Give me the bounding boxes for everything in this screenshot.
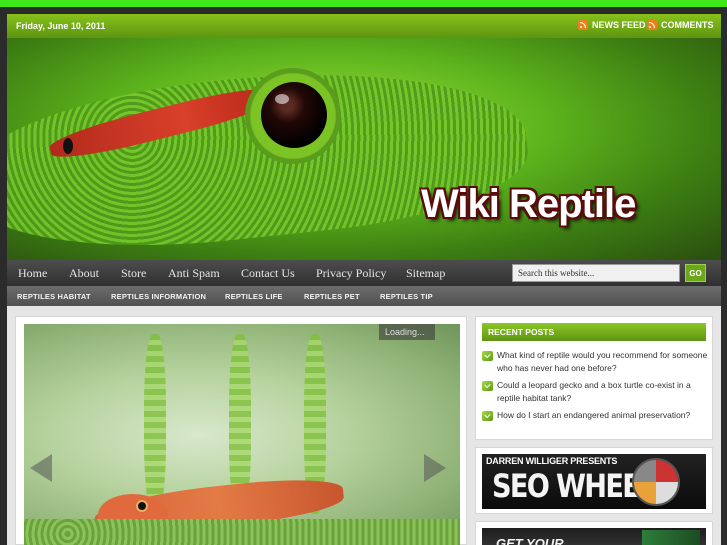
recent-post-link[interactable]: What kind of reptile would you recommend… <box>497 349 708 375</box>
recent-posts-widget: RECENT POSTS What kind of reptile would … <box>475 316 713 440</box>
seo-wheel-banner[interactable]: DARREN WILLIGER PRESENTS SEO WHEEL <box>482 454 706 509</box>
post-bullet-icon <box>482 351 493 361</box>
nav-anti-spam[interactable]: Anti Spam <box>168 266 220 281</box>
category-reptiles-pet[interactable]: REPTILES PET <box>304 292 360 301</box>
main-content: Loading... <box>15 316 467 545</box>
ad-presenter-text: DARREN WILLIGER PRESENTS <box>486 456 618 466</box>
slider-moss <box>24 519 460 545</box>
news-feed-link[interactable]: NEWS FEED <box>578 20 646 30</box>
slider-plant <box>144 334 166 514</box>
wheel-icon <box>632 458 680 506</box>
comments-feed-link[interactable]: COMMENTS <box>647 20 714 30</box>
page-wrapper: Friday, June 10, 2011 NEWS FEED COMMENTS… <box>7 14 721 545</box>
category-reptiles-information[interactable]: REPTILES INFORMATION <box>111 292 206 301</box>
recent-post-link[interactable]: How do I start an endangered animal pres… <box>497 409 690 422</box>
recent-post-link[interactable]: Could a leopard gecko and a box turtle c… <box>497 379 708 405</box>
slider-newt-eye <box>136 500 148 512</box>
post-bullet-icon <box>482 411 493 421</box>
nav-sitemap[interactable]: Sitemap <box>406 266 445 281</box>
recent-post-item[interactable]: What kind of reptile would you recommend… <box>482 349 708 375</box>
category-reptiles-life[interactable]: REPTILES LIFE <box>225 292 283 301</box>
rss-icon <box>647 20 657 30</box>
nav-privacy-policy[interactable]: Privacy Policy <box>316 266 386 281</box>
ad-product-name: SEO WHEEL <box>492 467 656 505</box>
slider-prev-arrow-icon[interactable] <box>30 454 52 482</box>
top-bar: Friday, June 10, 2011 NEWS FEED COMMENTS <box>7 14 721 38</box>
seo-wheel-ad[interactable]: DARREN WILLIGER PRESENTS SEO WHEEL <box>475 447 713 514</box>
site-title[interactable]: Wiki Reptile <box>421 182 636 227</box>
category-reptiles-habitat[interactable]: REPTILES HABITAT <box>17 292 91 301</box>
gecko-eye-shine <box>275 94 289 104</box>
comments-feed-label: COMMENTS <box>661 20 714 30</box>
nav-store[interactable]: Store <box>121 266 146 281</box>
featured-slider[interactable]: Loading... <box>24 324 460 545</box>
nav-home[interactable]: Home <box>18 266 47 281</box>
main-navigation: Home About Store Anti Spam Contact Us Pr… <box>7 260 721 286</box>
slider-next-arrow-icon[interactable] <box>424 454 446 482</box>
second-ad-banner[interactable]: GET YOUR <box>482 528 706 545</box>
top-accent-band <box>0 0 727 7</box>
post-bullet-icon <box>482 381 493 391</box>
sidebar: RECENT POSTS What kind of reptile would … <box>475 316 721 545</box>
second-ad[interactable]: GET YOUR <box>475 521 713 545</box>
gecko-nostril <box>63 138 73 154</box>
slider-loading-indicator: Loading... <box>379 324 435 340</box>
site-header-banner[interactable]: Wiki Reptile <box>7 38 721 260</box>
gecko-eye <box>261 82 327 148</box>
search-input[interactable]: Search this website... <box>512 264 680 282</box>
current-date: Friday, June 10, 2011 <box>16 21 106 31</box>
recent-post-item[interactable]: Could a leopard gecko and a box turtle c… <box>482 379 708 405</box>
product-box-image <box>642 530 700 545</box>
rss-icon <box>578 20 588 30</box>
nav-contact-us[interactable]: Contact Us <box>241 266 295 281</box>
nav-about[interactable]: About <box>69 266 99 281</box>
category-navigation: REPTILES HABITAT REPTILES INFORMATION RE… <box>7 286 721 306</box>
recent-posts-title: RECENT POSTS <box>482 323 706 341</box>
search-go-button[interactable]: GO <box>685 264 706 282</box>
recent-post-item[interactable]: How do I start an endangered animal pres… <box>482 409 708 422</box>
category-reptiles-tip[interactable]: REPTILES TIP <box>380 292 433 301</box>
second-ad-text: GET YOUR <box>496 536 564 545</box>
news-feed-label: NEWS FEED <box>592 20 646 30</box>
